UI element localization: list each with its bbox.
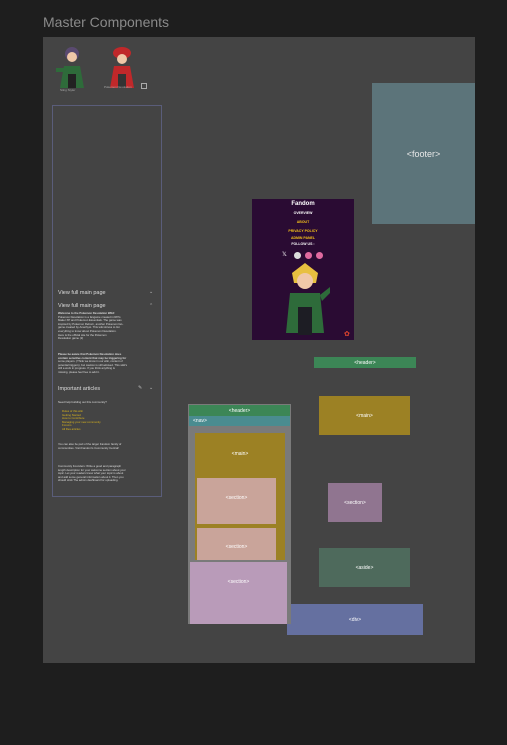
instagram-icon[interactable] [305,252,312,259]
layout-section-2[interactable]: <section> [197,528,276,560]
community-founders-text: Community Founders: Write a good and par… [58,464,126,483]
flame-icon: ✿ [344,331,350,338]
important-articles-heading: Important articles [58,386,101,392]
view-full-main-page-link-1[interactable]: View full main page [58,290,106,296]
view-full-main-page-link-2[interactable]: View full main page [58,303,106,309]
div-component[interactable]: <div> [287,604,423,635]
header-component[interactable]: <header> [314,357,416,368]
community-central-text: You can also be part of the larger Fando… [58,442,122,450]
intro-text: Welcome to the Pokemon Desolation Wiki! … [58,311,124,341]
follow-us-label: FOLLOW US : [291,242,315,246]
thumbnail-caption: Pokemon Desolation [104,85,132,89]
pencil-icon[interactable]: ✎ [138,385,142,391]
chevron-up-icon[interactable]: ⌃ [149,303,153,309]
important-links-list: Rules of this wiki Getting Started How t… [62,409,101,432]
x-social-icon[interactable]: 𝕏 [282,251,287,258]
chevron-down-icon[interactable]: ⌄ [149,385,153,391]
social-icon[interactable] [316,252,323,259]
menu-admin-panel[interactable]: ADMIN PANEL [252,236,354,240]
aside-component[interactable]: <aside> [319,548,410,587]
layout-section-1[interactable]: <section> [197,478,276,524]
thumbnail-caption: Sting Styler [60,88,76,92]
layout-nav[interactable]: <nav> [189,416,290,426]
character-thumbnail-2[interactable]: Pokemon Desolation [100,44,140,92]
menu-about[interactable]: ABOUT [252,220,354,224]
chevron-down-icon[interactable]: ⌄ [149,289,153,295]
warning-text: Please be aware that Pokemon Desolation … [58,352,128,374]
list-item[interactable]: All files articles [62,427,101,432]
page-title: Master Components [43,14,170,30]
grid-icon[interactable] [141,83,147,89]
character-illustration-icon [56,47,84,88]
menu-overview[interactable]: OVERVIEW [252,211,354,215]
circle-social-icon[interactable] [294,252,301,259]
section-component[interactable]: <section> [328,483,382,522]
help-text: Need help building out this community? [58,400,107,404]
layout-section-3[interactable]: <section> [190,562,287,624]
fandom-menu-card[interactable]: Fandom OVERVIEW ABOUT PRIVACY POLICY ADM… [252,199,354,340]
menu-privacy-policy[interactable]: PRIVACY POLICY [252,229,354,233]
character-illustration-icon [286,263,330,335]
character-thumbnail-1[interactable]: Sting Styler [52,44,92,92]
sidebar-panel [52,105,162,497]
layout-header[interactable]: <header> [189,405,290,416]
footer-component[interactable]: <footer> [372,83,475,224]
fandom-logo[interactable]: Fandom [252,201,354,207]
main-component[interactable]: <main> [319,396,410,435]
